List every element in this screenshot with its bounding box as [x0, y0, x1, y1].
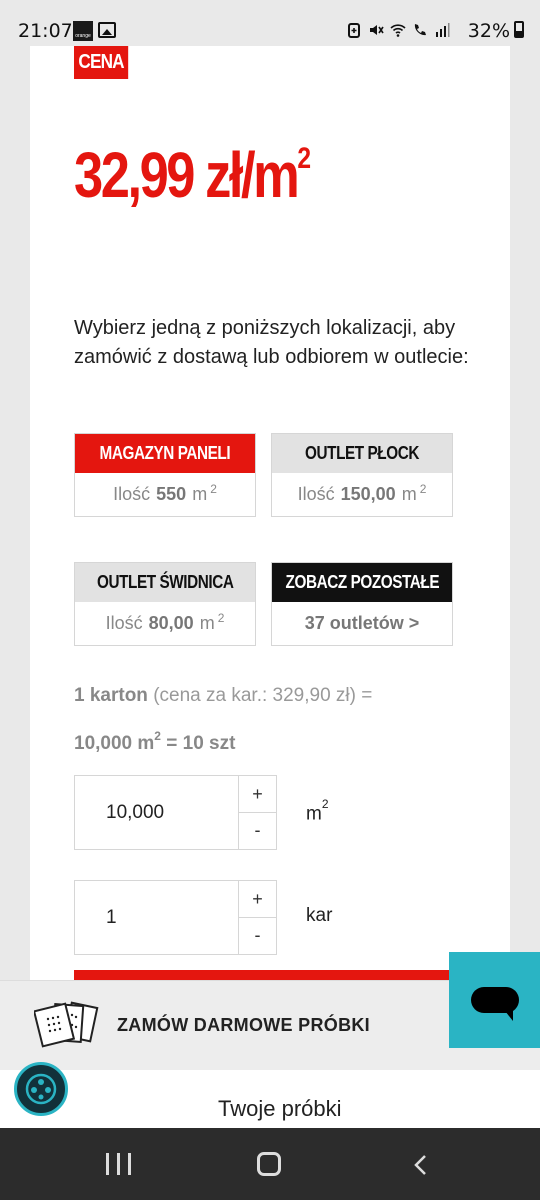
free-samples-label: ZAMÓW DARMOWE PRÓBKI [117, 1015, 370, 1035]
battery-saver-icon [348, 23, 360, 38]
location-qty: Ilość 150,00 m 2 [297, 481, 427, 505]
home-icon[interactable] [257, 1152, 281, 1176]
quantity-kar-input[interactable]: 1 [106, 881, 117, 954]
location-name: MAGAZYN PANELI [99, 443, 231, 463]
status-time: 21:07 [18, 20, 73, 42]
increment-kar-button[interactable]: + [239, 881, 276, 917]
location-outlet-plock[interactable]: OUTLET PŁOCK Ilość 150,00 m 2 [271, 433, 453, 517]
decrement-m2-button[interactable]: - [239, 812, 276, 848]
location-qty: Ilość 80,00 m 2 [105, 610, 225, 634]
recent-apps-icon[interactable] [106, 1153, 131, 1175]
mute-icon [370, 25, 384, 35]
signal-icon [436, 23, 450, 37]
product-price: 32,99 zł/m2 [74, 139, 312, 211]
outlets-count-link[interactable]: 37 outletów > [272, 602, 452, 645]
quantity-kar-unit: kar [306, 905, 333, 926]
wifi-icon [390, 24, 406, 37]
quantity-kar-stepper: 1 + - [74, 880, 277, 955]
quantity-m2-stepper: 10,000 + - [74, 775, 277, 850]
battery-level: 32% [467, 20, 510, 42]
price-badge: CENA [74, 46, 129, 79]
chat-icon [470, 987, 519, 1021]
gallery-icon [98, 22, 116, 38]
location-magazyn-paneli[interactable]: MAGAZYN PANELI Ilość 550 m 2 [74, 433, 256, 517]
location-outlet-swidnica[interactable]: OUTLET ŚWIDNICA Ilość 80,00 m 2 [74, 562, 256, 646]
status-bar: 21:07 orange 32% [0, 0, 540, 46]
increment-m2-button[interactable]: + [239, 776, 276, 812]
location-intro: Wybierz jedną z poniższych lokalizacji, … [74, 317, 469, 368]
back-icon[interactable] [412, 1154, 428, 1176]
see-other-outlets-button[interactable]: ZOBACZ POZOSTAŁE 37 outletów > [271, 562, 453, 646]
your-samples-label: Twoje próbki [218, 1096, 342, 1121]
cookie-settings-button[interactable] [14, 1062, 68, 1116]
carrier-logo: orange [73, 21, 93, 41]
location-name: ZOBACZ POZOSTAŁE [285, 572, 439, 592]
chat-button[interactable] [449, 952, 540, 1048]
navigation-bar [0, 1128, 540, 1200]
carton-info: 1 karton (cena za kar.: 329,90 zł) = 10,… [74, 685, 373, 755]
cookie-icon [25, 1073, 57, 1105]
battery-icon [514, 21, 524, 38]
quantity-m2-unit: m2 [306, 797, 329, 825]
location-name: OUTLET ŚWIDNICA [96, 572, 234, 592]
quantity-m2-input[interactable]: 10,000 [106, 776, 164, 849]
wifi-call-icon [414, 24, 426, 36]
decrement-kar-button[interactable]: - [239, 917, 276, 953]
location-name: OUTLET PŁOCK [305, 443, 419, 463]
location-qty: Ilość 550 m 2 [113, 481, 217, 505]
samples-icon [34, 1001, 99, 1048]
status-icons [346, 22, 450, 38]
your-samples-bar[interactable]: Twoje próbki [0, 1070, 540, 1128]
